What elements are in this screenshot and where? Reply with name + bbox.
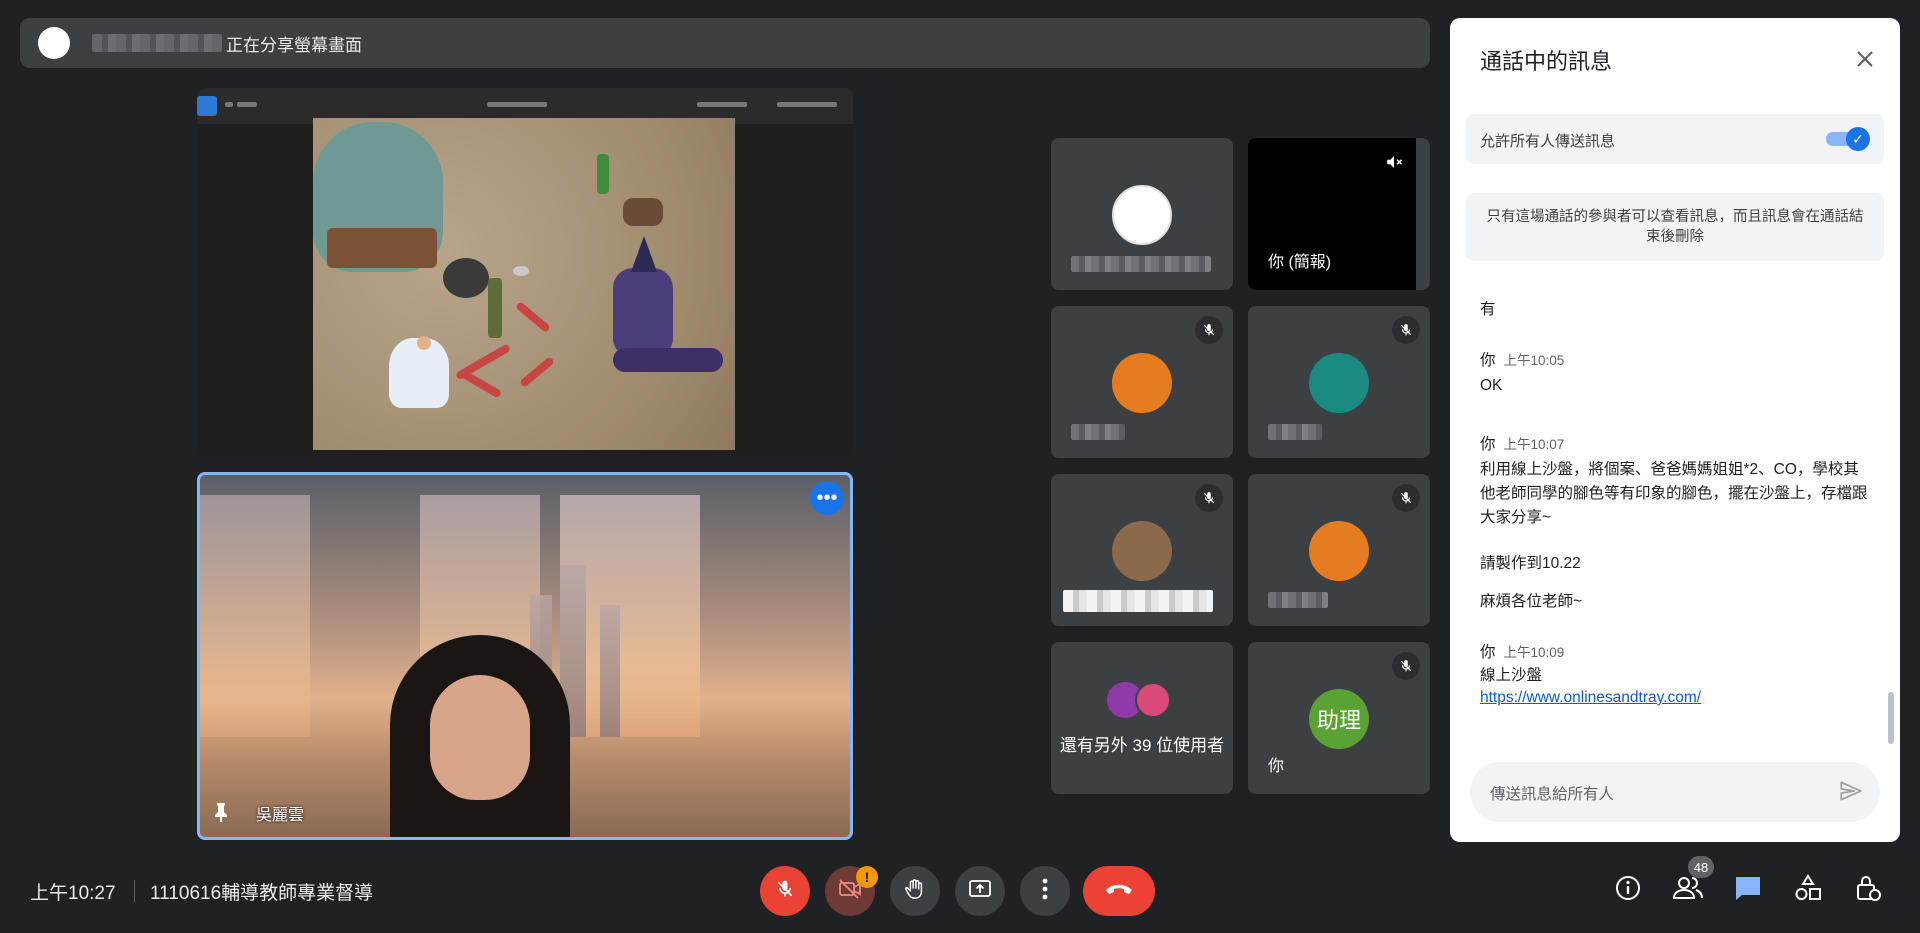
participant-avatar [1309, 353, 1369, 413]
participant-tile[interactable] [1248, 306, 1430, 458]
presenter-name-blurred [92, 34, 222, 52]
message-body: 請製作到10.22 [1480, 555, 1581, 572]
message-body: 線上沙盤 [1480, 667, 1543, 684]
participants-count-badge: 48 [1688, 856, 1714, 878]
presentation-banner: 正在分享螢幕畫面 [20, 18, 1430, 68]
participant-tile[interactable] [1051, 138, 1233, 290]
clock: 上午10:27 [30, 883, 116, 904]
shared-screen[interactable] [197, 88, 853, 456]
raise-hand-icon [904, 877, 926, 906]
chat-scrollbar[interactable] [1888, 692, 1894, 744]
info-icon [1614, 874, 1642, 907]
mic-off-icon [1392, 484, 1420, 512]
mic-off-icon [1195, 484, 1223, 512]
more-vert-icon [1042, 878, 1048, 905]
allow-messages-toggle[interactable]: ✓ [1826, 127, 1870, 151]
camera-warning-badge: ! [856, 866, 878, 888]
participant-name-blurred [1071, 424, 1125, 440]
chat-notice: 只有這場通話的參與者可以查看訊息，而且訊息會在通話結束後刪除 [1466, 193, 1884, 261]
app-home-icon [197, 96, 217, 116]
sandtray-canvas [313, 118, 735, 450]
activities-icon [1794, 873, 1822, 907]
message-sender: 你 [1480, 644, 1496, 661]
chat-input[interactable]: 傳送訊息給所有人 [1470, 762, 1880, 822]
participant-avatar [1112, 185, 1172, 245]
present-now-button[interactable] [955, 866, 1005, 916]
presenter-video-tile[interactable]: ••• 吳麗雲 [197, 472, 853, 840]
chat-button[interactable] [1730, 872, 1766, 908]
participant-avatar [1112, 353, 1172, 413]
message-sender: 你 [1480, 436, 1496, 453]
mic-off-icon [1392, 316, 1420, 344]
pin-icon[interactable] [212, 802, 230, 827]
message: 你上午10:05 OK [1480, 348, 1870, 398]
more-options-button[interactable] [1020, 866, 1070, 916]
self-presenting-tile[interactable]: 你 (簡報) [1248, 138, 1430, 290]
participant-avatar [1135, 682, 1171, 718]
hangup-icon [1104, 881, 1134, 902]
message: 你上午10:09 線上沙盤 https://www.onlinesandtray… [1480, 640, 1870, 708]
participant-name-blurred [1071, 256, 1211, 272]
volume-off-icon [1380, 148, 1408, 176]
message-body: OK [1480, 377, 1503, 394]
activities-button[interactable] [1790, 872, 1826, 908]
people-icon [1672, 875, 1703, 906]
host-controls-icon [1854, 873, 1882, 908]
message-time: 上午10:09 [1503, 645, 1565, 660]
message-body: 麻煩各位老師~ [1480, 593, 1583, 610]
assistant-tile[interactable]: 助理 你 [1248, 642, 1430, 794]
participant-tile[interactable] [1051, 474, 1233, 626]
more-options-button[interactable]: ••• [810, 481, 844, 515]
message-sender: 你 [1480, 352, 1496, 369]
mic-off-icon [1392, 652, 1420, 680]
assistant-label: 你 [1268, 758, 1285, 775]
message-link[interactable]: https://www.onlinesandtray.com/ [1480, 688, 1870, 708]
participant-tile[interactable] [1248, 474, 1430, 626]
others-count-label: 還有另外 39 位使用者 [1059, 736, 1225, 755]
divider [134, 880, 135, 902]
mic-off-icon [775, 878, 795, 905]
message-body: 利用線上沙盤，將個案、爸爸媽媽姐姐*2、CO，學校其他老師同學的腳色等有印象的腳… [1480, 461, 1868, 526]
mic-off-icon [1195, 316, 1223, 344]
presenter-name: 吳麗雲 [256, 807, 305, 824]
close-icon[interactable] [1850, 44, 1880, 74]
host-controls-button[interactable] [1850, 872, 1886, 908]
presenter-person [390, 635, 570, 837]
meeting-name: 1110616輔導教師專業督導 [150, 883, 374, 904]
participant-name-blurred [1063, 590, 1213, 612]
send-icon[interactable] [1838, 778, 1864, 809]
allow-messages-row: 允許所有人傳送訊息 ✓ [1466, 114, 1884, 164]
present-icon [968, 879, 992, 904]
chat-input-placeholder: 傳送訊息給所有人 [1490, 786, 1615, 803]
chat-panel: 通話中的訊息 允許所有人傳送訊息 ✓ 只有這場通話的參與者可以查看訊息，而且訊息… [1450, 18, 1900, 842]
check-icon: ✓ [1846, 127, 1870, 151]
assistant-avatar: 助理 [1309, 689, 1369, 749]
participant-avatar [1309, 521, 1369, 581]
participant-avatar [1112, 521, 1172, 581]
participant-name-blurred [1268, 592, 1328, 608]
participant-name-blurred [1268, 424, 1322, 440]
allow-messages-label: 允許所有人傳送訊息 [1480, 133, 1616, 150]
meeting-details-button[interactable] [1610, 872, 1646, 908]
message-body: 有 [1480, 301, 1496, 318]
message: 有 [1480, 298, 1870, 322]
self-presenting-label: 你 (簡報) [1268, 254, 1332, 271]
other-participants-tile[interactable]: 還有另外 39 位使用者 [1051, 642, 1233, 794]
sharing-text: 正在分享螢幕畫面 [226, 35, 362, 55]
message-time: 上午10:05 [1503, 353, 1565, 368]
message: 你上午10:07 利用線上沙盤，將個案、爸爸媽媽姐姐*2、CO，學校其他老師同學… [1480, 432, 1870, 614]
message-list: 有 你上午10:05 OK 你上午10:07 利用線上沙盤，將個案、爸爸媽媽姐姐… [1480, 280, 1870, 708]
leave-call-button[interactable] [1083, 866, 1155, 916]
mic-toggle-button[interactable] [760, 866, 810, 916]
presenter-avatar [38, 27, 70, 59]
chat-title: 通話中的訊息 [1480, 49, 1613, 74]
message-time: 上午10:07 [1503, 437, 1565, 452]
participant-tile[interactable] [1051, 306, 1233, 458]
raise-hand-button[interactable] [890, 866, 940, 916]
chat-icon [1733, 874, 1763, 907]
